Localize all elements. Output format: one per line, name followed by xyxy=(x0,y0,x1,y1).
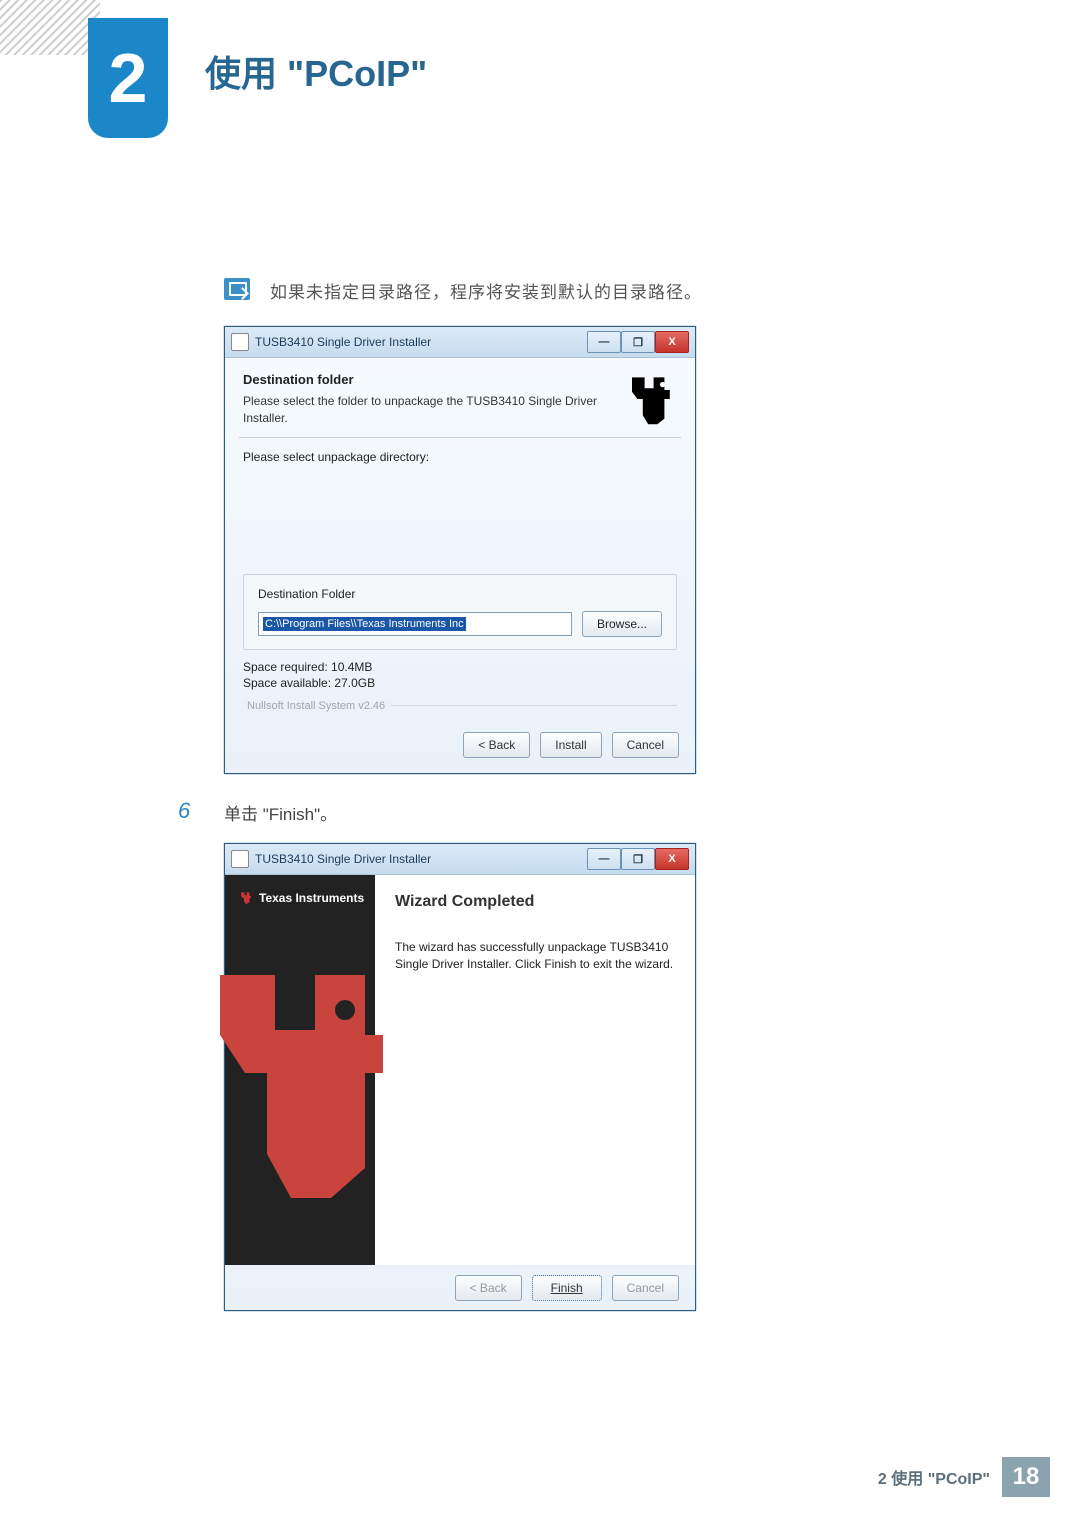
window-title: TUSB3410 Single Driver Installer xyxy=(255,335,431,349)
close-button[interactable]: X xyxy=(655,331,689,353)
app-icon xyxy=(231,333,249,351)
page-decoration-stripes xyxy=(0,0,100,55)
space-required: Space required: 10.4MB xyxy=(243,660,677,674)
destination-folder-label: Destination Folder xyxy=(258,587,662,601)
ti-logo-large-icon xyxy=(215,955,385,1215)
wizard-completed-desc: The wizard has successfully unpackage TU… xyxy=(395,939,675,974)
ti-brand-label: Texas Instruments xyxy=(239,891,364,905)
back-button[interactable]: < Back xyxy=(463,732,530,758)
window-title: TUSB3410 Single Driver Installer xyxy=(255,852,431,866)
section-subheading: Please select the folder to unpackage th… xyxy=(243,393,613,427)
wizard-sidebar: Texas Instruments xyxy=(225,875,375,1265)
installer-window-completed: TUSB3410 Single Driver Installer — ❐ X T… xyxy=(224,843,696,1311)
maximize-button[interactable]: ❐ xyxy=(621,331,655,353)
section-heading: Destination folder xyxy=(243,372,613,387)
chapter-number: 2 xyxy=(109,38,148,118)
chapter-badge: 2 xyxy=(88,18,168,138)
browse-button[interactable]: Browse... xyxy=(582,611,662,637)
note-icon xyxy=(224,278,250,300)
install-button[interactable]: Install xyxy=(540,732,601,758)
footer-chapter-text: 2 使用 "PCoIP" xyxy=(878,1465,990,1489)
maximize-button[interactable]: ❐ xyxy=(621,848,655,870)
note-text: 如果未指定目录路径，程序将安装到默认的目录路径。 xyxy=(270,278,702,303)
page-footer: 2 使用 "PCoIP" 18 xyxy=(878,1457,1050,1497)
prompt-label: Please select unpackage directory: xyxy=(243,450,677,464)
close-button[interactable]: X xyxy=(655,848,689,870)
step-number-6: 6 xyxy=(178,798,190,824)
destination-path-value: C:\\Program Files\\Texas Instruments Inc xyxy=(263,617,466,631)
back-button: < Back xyxy=(455,1275,522,1301)
space-available: Space available: 27.0GB xyxy=(243,676,677,690)
titlebar: TUSB3410 Single Driver Installer — ❐ X xyxy=(225,844,695,875)
cancel-button[interactable]: Cancel xyxy=(612,732,679,758)
chapter-title: 使用 "PCoIP" xyxy=(205,45,427,97)
step-6-text: 单击 "Finish"。 xyxy=(224,800,337,825)
minimize-button[interactable]: — xyxy=(587,331,621,353)
installer-window-destination: TUSB3410 Single Driver Installer — ❐ X D… xyxy=(224,326,696,774)
wizard-completed-heading: Wizard Completed xyxy=(395,893,675,911)
app-icon xyxy=(231,850,249,868)
ti-logo-icon xyxy=(623,372,677,426)
cancel-button: Cancel xyxy=(612,1275,679,1301)
page-number: 18 xyxy=(1002,1457,1050,1497)
nullsoft-label: Nullsoft Install System v2.46 xyxy=(247,700,677,712)
destination-path-input[interactable]: C:\\Program Files\\Texas Instruments Inc xyxy=(258,612,572,636)
finish-button[interactable]: Finish xyxy=(532,1275,602,1301)
minimize-button[interactable]: — xyxy=(587,848,621,870)
titlebar: TUSB3410 Single Driver Installer — ❐ X xyxy=(225,327,695,358)
